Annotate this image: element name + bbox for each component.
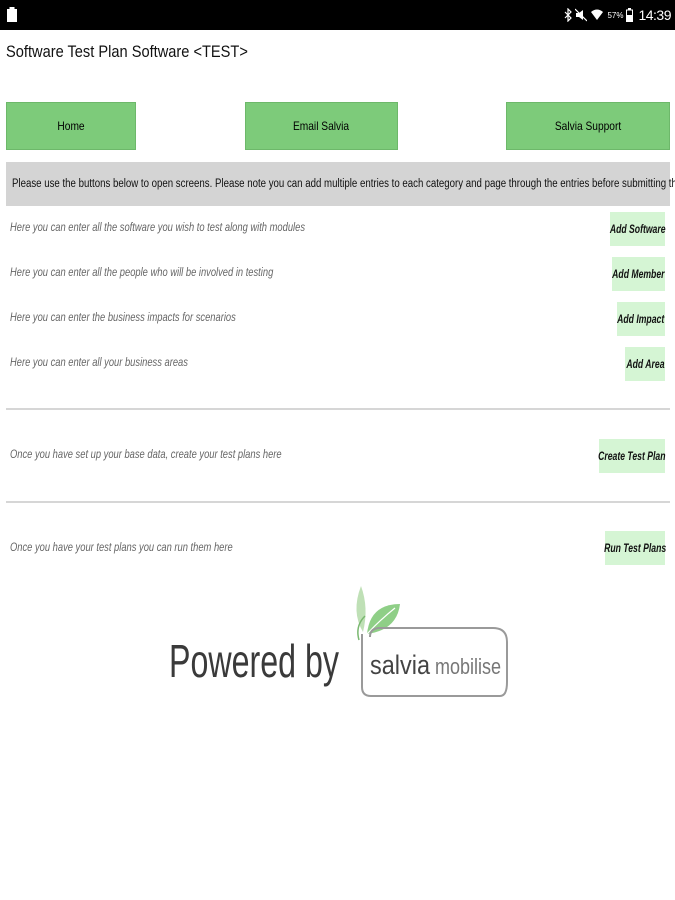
create-test-plan-label: Create Test Plan (598, 449, 666, 463)
run-test-plans-label: Run Test Plans (603, 541, 667, 555)
leaf-icon (356, 586, 366, 632)
add-impact-label: Add Impact (617, 312, 665, 326)
bluetooth-icon (565, 8, 573, 22)
add-software-label: Add Software (609, 222, 666, 236)
add-software-button[interactable]: Add Software (610, 212, 665, 246)
add-area-label: Add Area (625, 357, 665, 371)
section-divider (6, 408, 670, 410)
instructions-banner: Please use the buttons below to open scr… (6, 162, 675, 206)
email-salvia-button[interactable]: Email Salvia (245, 102, 398, 150)
salvia-support-button-label: Salvia Support (554, 119, 622, 133)
add-member-label: Add Member (612, 267, 665, 281)
battery-icon (626, 8, 634, 22)
mute-icon (575, 8, 588, 22)
software-description: Here you can enter all the software you … (10, 220, 305, 234)
salvia-support-button[interactable]: Salvia Support (506, 102, 670, 150)
instructions-text: Please use the buttons below to open scr… (12, 178, 675, 190)
battery-percent: 57% (607, 10, 624, 20)
powered-by-salvia-logo: Powered by salvia mobilise (169, 586, 508, 697)
powered-by-text: Powered by (169, 635, 339, 687)
email-salvia-button-label: Email Salvia (293, 119, 350, 133)
product-text: mobilise (435, 654, 501, 679)
home-button[interactable]: Home (6, 102, 136, 150)
home-button-label: Home (57, 119, 85, 133)
page-title: Software Test Plan Software <TEST> (6, 42, 248, 61)
add-impact-button[interactable]: Add Impact (617, 302, 665, 336)
create-plan-description: Once you have set up your base data, cre… (10, 447, 282, 461)
status-icons: 57% 14:39 (564, 6, 671, 24)
run-plan-description: Once you have your test plans you can ru… (10, 540, 233, 554)
add-area-button[interactable]: Add Area (625, 347, 665, 381)
impact-description: Here you can enter the business impacts … (10, 310, 236, 324)
clock: 14:39 (638, 7, 671, 23)
section-divider (6, 501, 670, 503)
add-member-button[interactable]: Add Member (612, 257, 665, 291)
member-description: Here you can enter all the people who wi… (10, 265, 274, 279)
status-bar: 57% 14:39 (0, 0, 675, 30)
wifi-icon (591, 9, 604, 20)
clipboard-icon (7, 7, 17, 22)
area-description: Here you can enter all your business are… (10, 355, 188, 369)
create-test-plan-button[interactable]: Create Test Plan (598, 439, 666, 473)
brand-text: salvia (370, 650, 431, 680)
run-test-plans-button[interactable]: Run Test Plans (603, 531, 667, 565)
